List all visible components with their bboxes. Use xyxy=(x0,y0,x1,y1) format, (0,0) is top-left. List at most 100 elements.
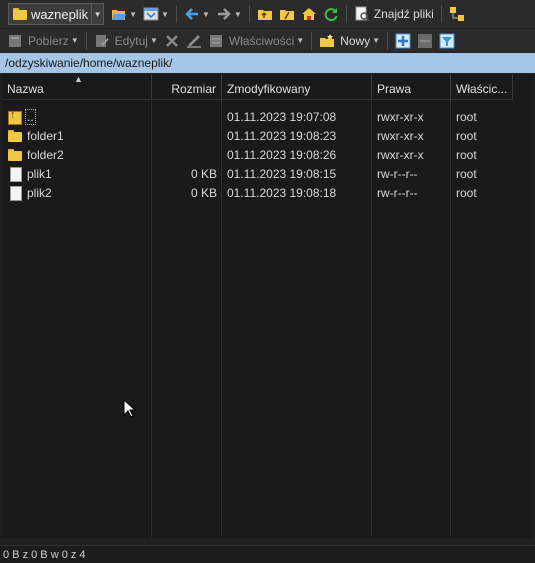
forward-button[interactable]: ▼ xyxy=(213,3,245,25)
root-folder-icon xyxy=(279,10,294,20)
filter-button[interactable]: ▼ xyxy=(140,3,172,25)
file-size: 0 KB xyxy=(190,185,217,200)
filter-icon xyxy=(143,7,159,21)
file-name: .. xyxy=(25,108,36,125)
find-files-label: Znajdź pliki xyxy=(373,7,434,21)
session-label: wazneplik xyxy=(31,6,89,22)
new-folder-icon xyxy=(320,33,335,47)
file-rights: rwxr-xr-x xyxy=(377,147,424,162)
refresh-icon xyxy=(324,8,338,22)
properties-icon xyxy=(209,34,222,47)
filter-icon xyxy=(439,33,455,48)
edit-label: Edytuj xyxy=(114,33,148,48)
parent-folder-icon xyxy=(257,10,272,20)
toolbar-separator xyxy=(387,31,389,50)
column-header-size[interactable]: Rozmiar xyxy=(152,74,222,99)
toolbar-separator xyxy=(248,5,250,23)
file-rights: rwxr-xr-x xyxy=(377,109,424,124)
plus-icon xyxy=(395,33,411,48)
download-button[interactable]: Pobierz ▼ xyxy=(4,30,82,52)
file-size: 0 KB xyxy=(190,166,217,181)
column-header-owner[interactable]: Właścic... xyxy=(451,74,513,99)
delete-button[interactable] xyxy=(161,30,183,52)
file-modified: 01.11.2023 19:08:23 xyxy=(227,128,337,143)
file-rights: rwxr-xr-x xyxy=(377,128,424,143)
home-icon xyxy=(301,8,316,20)
folder-icon xyxy=(7,128,23,144)
sort-ascending-icon: ▲ xyxy=(74,74,83,84)
new-button[interactable]: Nowy ▼ xyxy=(316,30,383,52)
refresh-button[interactable] xyxy=(320,3,342,25)
file-row-plik1[interactable]: plik1 0 KB 01.11.2023 19:08:15 rw-r--r--… xyxy=(2,164,513,183)
edit-button[interactable]: Edytuj ▼ xyxy=(91,30,161,52)
toolbar-separator xyxy=(175,5,177,23)
file-modified: 01.11.2023 19:08:26 xyxy=(227,147,337,162)
download-icon xyxy=(9,34,21,47)
properties-label: Właściwości xyxy=(228,33,295,48)
file-rights: rw-r--r-- xyxy=(377,166,418,181)
open-folder-icon xyxy=(112,10,127,20)
file-row-folder1[interactable]: folder1 01.11.2023 19:08:23 rwxr-xr-x ro… xyxy=(2,126,513,145)
file-owner: root xyxy=(456,128,477,143)
file-name: plik2 xyxy=(27,185,52,200)
navigation-toolbar: wazneplik ▼ ▼ ▼ ▼ ▼ Znajdź pliki xyxy=(0,0,535,28)
minus-icon xyxy=(418,33,433,48)
tree-icon xyxy=(449,7,464,21)
new-label: Nowy xyxy=(340,33,371,48)
session-selector[interactable]: wazneplik xyxy=(8,3,93,25)
file-actions-toolbar: Pobierz ▼ Edytuj ▼ Właściwości ▼ Nowy ▼ xyxy=(0,28,535,52)
toolbar-separator xyxy=(440,5,442,23)
file-modified: 01.11.2023 19:08:18 xyxy=(227,185,337,200)
file-modified: 01.11.2023 19:07:08 xyxy=(227,109,337,124)
file-rights: rw-r--r-- xyxy=(377,185,418,200)
file-row-plik2[interactable]: plik2 0 KB 01.11.2023 19:08:18 rw-r--r--… xyxy=(2,183,513,202)
select-all-button[interactable] xyxy=(392,30,414,52)
file-owner: root xyxy=(456,185,477,200)
properties-button[interactable]: Właściwości ▼ xyxy=(205,30,307,52)
edit-icon xyxy=(95,34,109,47)
file-row-folder2[interactable]: folder2 01.11.2023 19:08:26 rwxr-xr-x ro… xyxy=(2,145,513,164)
file-owner: root xyxy=(456,109,477,124)
toolbar-separator xyxy=(311,31,313,50)
file-owner: root xyxy=(456,147,477,162)
file-list-body: .. 01.11.2023 19:07:08 rwxr-xr-x root fo… xyxy=(2,100,513,537)
vertical-scrollbar[interactable] xyxy=(513,74,533,538)
toolbar-separator xyxy=(345,5,347,23)
tree-view-button[interactable] xyxy=(446,3,468,25)
rename-icon xyxy=(186,34,201,48)
deselect-button[interactable] xyxy=(414,30,436,52)
file-name: folder2 xyxy=(27,147,64,162)
home-directory-button[interactable] xyxy=(298,3,320,25)
arrow-left-icon xyxy=(185,8,198,20)
filter-selection-button[interactable] xyxy=(436,30,458,52)
root-directory-button[interactable] xyxy=(276,3,298,25)
column-header-modified[interactable]: Zmodyfikowany xyxy=(222,74,372,99)
back-button[interactable]: ▼ xyxy=(181,3,213,25)
folder-icon xyxy=(7,147,23,163)
open-directory-button[interactable]: ▼ xyxy=(108,3,140,25)
current-path[interactable]: /odzyskiwanie/home/wazneplik/ xyxy=(0,53,535,73)
mouse-pointer-icon xyxy=(123,399,137,418)
download-label: Pobierz xyxy=(28,33,69,48)
session-dropdown-button[interactable]: ▼ xyxy=(92,3,105,25)
file-row-parent[interactable]: .. 01.11.2023 19:07:08 rwxr-xr-x root xyxy=(2,107,513,126)
arrow-right-icon xyxy=(217,8,231,20)
status-bar: 0 B z 0 B w 0 z 4 xyxy=(0,545,535,563)
find-files-button[interactable]: Znajdź pliki xyxy=(351,3,437,25)
find-files-icon xyxy=(355,6,370,22)
delete-icon xyxy=(166,34,178,47)
parent-directory-button[interactable] xyxy=(254,3,276,25)
file-icon xyxy=(7,185,23,201)
rename-button[interactable] xyxy=(183,30,205,52)
file-list[interactable]: Nazwa Rozmiar Zmodyfikowany Prawa Właści… xyxy=(2,74,513,538)
folder-icon xyxy=(12,6,28,22)
file-icon xyxy=(7,166,23,182)
file-list-header: Nazwa Rozmiar Zmodyfikowany Prawa Właści… xyxy=(2,74,513,100)
file-owner: root xyxy=(456,166,477,181)
file-modified: 01.11.2023 19:08:15 xyxy=(227,166,337,181)
column-header-rights[interactable]: Prawa xyxy=(372,74,451,99)
toolbar-separator xyxy=(85,31,87,50)
file-name: plik1 xyxy=(27,166,52,181)
parent-folder-icon xyxy=(7,109,23,125)
file-name: folder1 xyxy=(27,128,64,143)
